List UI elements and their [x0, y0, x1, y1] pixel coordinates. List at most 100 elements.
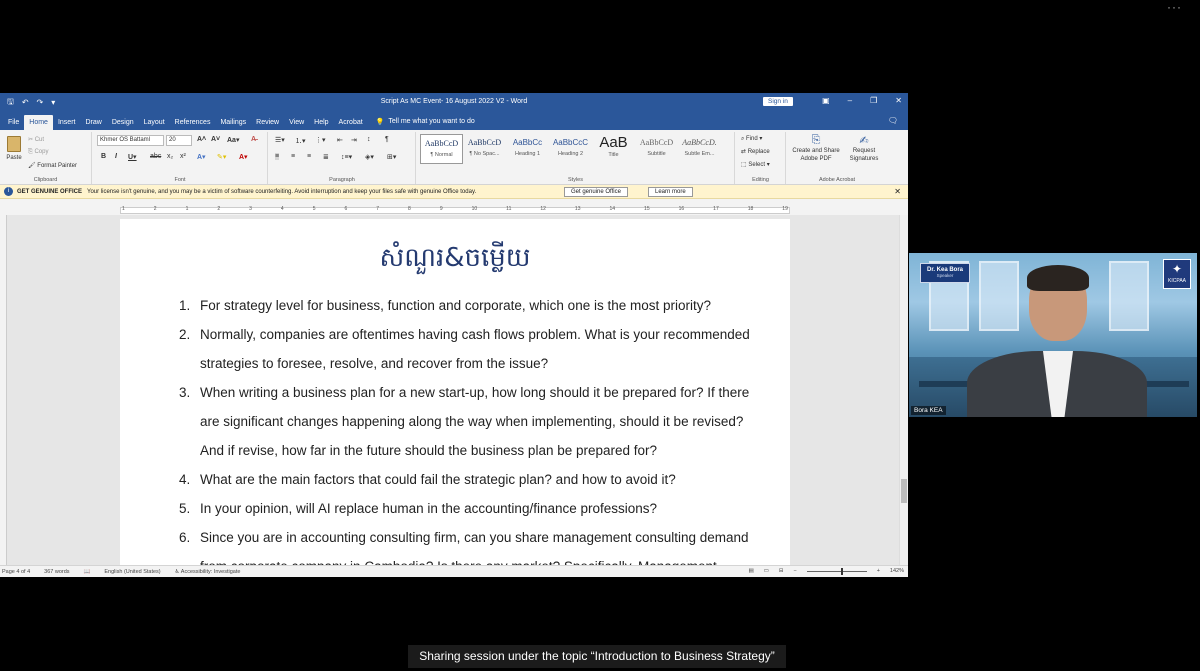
editing-group-label: Editing [752, 177, 769, 183]
tab-file[interactable]: File [3, 119, 24, 130]
subscript-icon[interactable]: x₂ [167, 153, 173, 160]
accessibility-status[interactable]: ♿ Accessibility: Investigate [175, 569, 241, 575]
zoom-in-icon[interactable]: + [877, 568, 880, 574]
style-normal[interactable]: AaBbCcD ¶ Normal [420, 134, 463, 164]
line-spacing-icon[interactable]: ↕≡▾ [341, 153, 352, 161]
restore-icon[interactable]: ❐ [870, 96, 877, 105]
more-options-icon[interactable]: ··· [1167, 0, 1182, 14]
clear-formatting-icon[interactable]: A̶ [251, 136, 256, 143]
sort-icon[interactable]: ↕ [367, 136, 371, 143]
increase-indent-icon[interactable]: ⇥ [351, 136, 357, 144]
ruler-number: 17 [713, 206, 719, 212]
zoom-slider-knob[interactable] [840, 567, 843, 575]
get-genuine-office-button[interactable]: Get genuine Office [564, 187, 628, 197]
close-license-bar-icon[interactable]: ✕ [894, 187, 901, 196]
vertical-scrollbar[interactable] [899, 215, 908, 565]
shrink-font-icon[interactable]: A˅ [211, 136, 220, 143]
font-group-label: Font [174, 177, 186, 183]
ribbon-display-options-icon[interactable]: ▣ [822, 96, 830, 105]
language-indicator[interactable]: English (United States) [104, 569, 160, 575]
change-case-icon[interactable]: Aa▾ [227, 136, 239, 144]
read-mode-icon[interactable]: ▤ [748, 568, 753, 574]
list-item: 3. When writing a business plan for a new… [179, 385, 750, 458]
ruler-bar: 1 2 1 2 3 4 5 6 7 8 9 10 11 12 13 14 15 16 17 18 19 [0, 205, 908, 215]
sign-in-button[interactable]: Sign in [763, 97, 793, 106]
create-pdf-button[interactable]: ⎘ Create and Share Adobe PDF [791, 134, 841, 163]
font-name-select[interactable]: Khmer OS Battaml [97, 135, 164, 146]
comments-icon[interactable]: 🗨 [888, 116, 898, 125]
tab-help[interactable]: Help [309, 119, 333, 130]
tab-insert[interactable]: Insert [53, 119, 81, 130]
paste-button[interactable]: Paste [4, 136, 24, 161]
page-heading: សំណួរ&ចម្លើយ [379, 243, 531, 273]
style-subtitle[interactable]: AaBbCcD Subtitle [635, 134, 678, 164]
zoom-slider[interactable] [806, 567, 867, 575]
bold-icon[interactable]: B [101, 153, 106, 160]
font-size-select[interactable]: 20 [166, 135, 192, 146]
multilevel-list-icon[interactable]: ⋮▾ [315, 136, 326, 144]
numbering-icon[interactable]: ⒈▾ [295, 136, 306, 146]
style-heading-1[interactable]: AaBbCc Heading 1 [506, 134, 549, 164]
bullets-icon[interactable]: ☰▾ [275, 136, 285, 144]
clipboard-group-label: Clipboard [33, 177, 58, 183]
text-effects-icon[interactable]: A▾ [197, 153, 206, 161]
print-layout-icon[interactable]: ▭ [764, 568, 769, 574]
style-no-spacing[interactable]: AaBbCcD ¶ No Spac... [463, 134, 506, 164]
align-right-icon[interactable]: ≡ [307, 153, 311, 160]
tab-layout[interactable]: Layout [139, 119, 170, 130]
tab-draw[interactable]: Draw [80, 119, 106, 130]
find-button[interactable]: ⌕ Find ▾ [741, 135, 762, 143]
proofing-icon[interactable]: 📖 [84, 569, 91, 575]
align-left-icon[interactable]: ≡ [275, 153, 280, 160]
underline-icon[interactable]: U▾ [128, 153, 137, 161]
minimize-icon[interactable]: – [848, 96, 852, 105]
style-title[interactable]: AaB Title [592, 134, 635, 164]
close-icon[interactable]: ✕ [895, 96, 902, 105]
request-signatures-button[interactable]: ✍ Request Signatures [843, 134, 885, 163]
ruler-number: 14 [609, 206, 616, 212]
font-group: Khmer OS Battaml 20 A˄ A˅ Aa▾ A̶ B I U▾ … [93, 132, 268, 184]
borders-icon[interactable]: ⊞▾ [387, 153, 396, 161]
styles-group-label: Styles [568, 177, 583, 183]
select-button[interactable]: ⬚ Select ▾ [741, 161, 770, 168]
replace-button[interactable]: ⇄ Replace [741, 148, 770, 155]
format-painter-button[interactable]: 🖌 Format Painter [28, 162, 77, 169]
copy-button[interactable]: ⎘ Copy [28, 149, 48, 156]
tab-review[interactable]: Review [251, 119, 284, 130]
style-heading-2[interactable]: AaBbCcC Heading 2 [549, 134, 592, 164]
tell-me-label: Tell me what you want to do [388, 118, 475, 125]
show-formatting-icon[interactable]: ¶ [385, 136, 389, 143]
tab-design[interactable]: Design [107, 119, 139, 130]
justify-icon[interactable]: ≣ [323, 153, 329, 161]
ruler-number: 2 [153, 206, 157, 212]
strikethrough-icon[interactable]: abc [150, 153, 161, 160]
style-subtle-emphasis[interactable]: AaBbCcD. Subtle Em... [678, 134, 721, 164]
zoom-out-icon[interactable]: − [793, 568, 796, 574]
cut-button[interactable]: ✂ Cut [28, 136, 44, 143]
italic-icon[interactable]: I [115, 153, 117, 160]
info-icon: i [4, 187, 13, 196]
font-color-icon[interactable]: A▾ [239, 153, 248, 161]
document-page[interactable]: សំណួរ&ចម្លើយ 1. For strategy level for bu… [120, 219, 790, 565]
web-layout-icon[interactable]: ⊟ [779, 568, 784, 574]
scrollbar-thumb[interactable] [901, 479, 907, 503]
zoom-level[interactable]: 142% [890, 568, 904, 574]
page-count[interactable]: Page 4 of 4 [2, 569, 30, 575]
word-count[interactable]: 367 words [44, 569, 69, 575]
grow-font-icon[interactable]: A˄ [197, 136, 206, 143]
learn-more-button[interactable]: Learn more [648, 187, 693, 197]
decrease-indent-icon[interactable]: ⇤ [337, 136, 343, 144]
highlight-icon[interactable]: ✎▾ [217, 153, 226, 161]
shading-icon[interactable]: ◈▾ [365, 153, 374, 161]
license-warning-bar: i GET GENUINE OFFICE Your license isn't … [0, 185, 908, 199]
tab-references[interactable]: References [170, 119, 216, 130]
tab-mailings[interactable]: Mailings [215, 119, 251, 130]
superscript-icon[interactable]: x² [180, 153, 186, 160]
ruler-number: 5 [312, 206, 316, 212]
tell-me-search[interactable]: 💡 Tell me what you want to do [376, 118, 475, 130]
list-item: 6. Since you are in accounting consulting… [179, 530, 749, 565]
tab-view[interactable]: View [284, 119, 309, 130]
align-center-icon[interactable]: ≡ [291, 153, 295, 160]
tab-acrobat[interactable]: Acrobat [334, 119, 368, 130]
tab-home[interactable]: Home [24, 115, 53, 130]
